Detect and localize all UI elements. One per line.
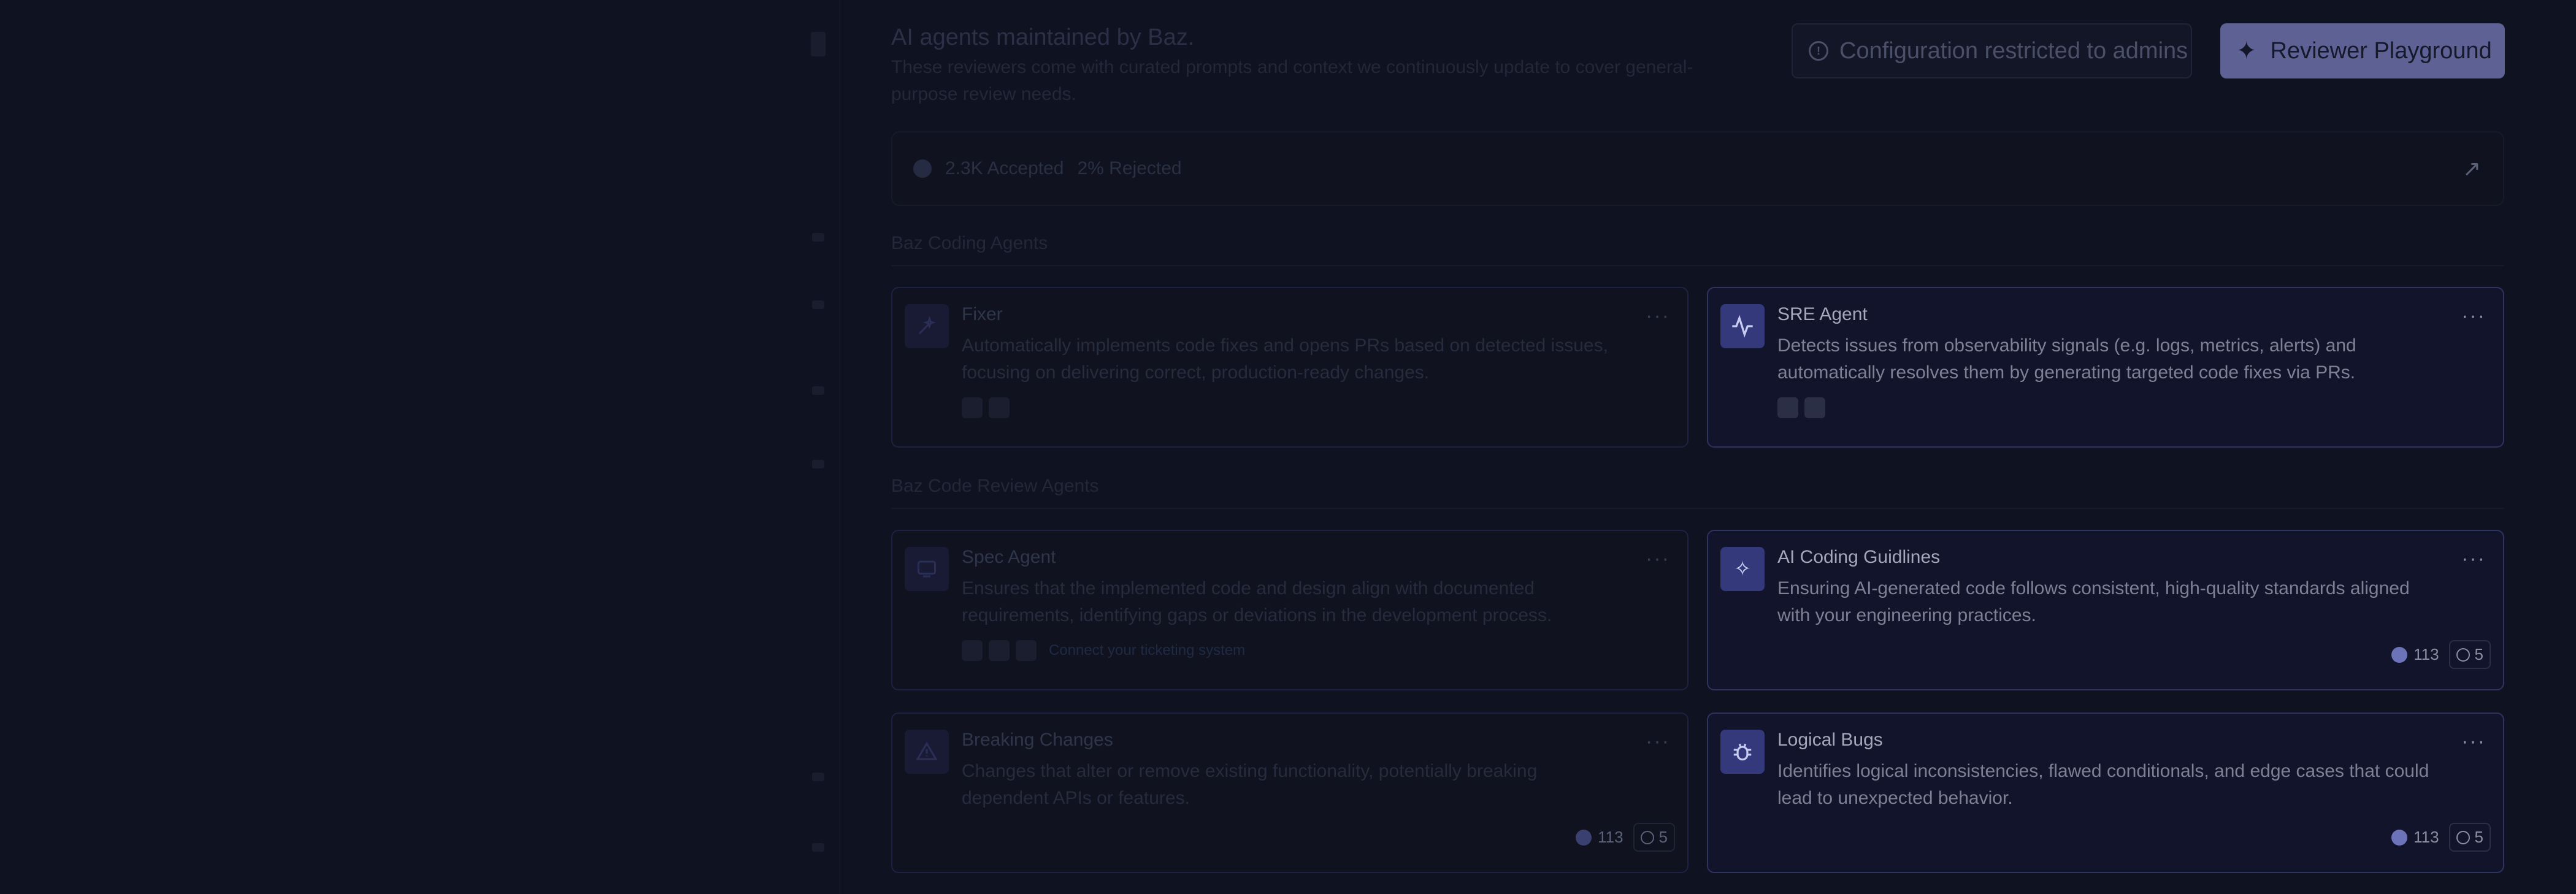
monitor-icon <box>962 640 983 661</box>
accepted-stat: 113 <box>2391 645 2439 664</box>
agent-description: Changes that alter or remove existing fu… <box>962 761 1538 808</box>
sidebar-item-icon[interactable] <box>812 460 824 468</box>
warning-icon <box>905 730 949 774</box>
agent-integrations: Connect your ticketing system <box>962 640 1245 661</box>
accepted-stat: 113 <box>1576 828 1623 847</box>
check-circle-icon <box>2391 829 2408 846</box>
check-circle-icon <box>2391 646 2408 663</box>
sidebar-item-icon[interactable] <box>812 773 824 781</box>
more-options-button[interactable]: ··· <box>2461 304 2486 328</box>
more-options-button[interactable]: ··· <box>1646 547 1670 571</box>
rejected-stat: 5 <box>2448 823 2491 852</box>
github-icon <box>989 397 1010 418</box>
configuration-restricted-button[interactable]: ! Configuration restricted to admins <box>1792 23 2192 78</box>
wand-icon <box>905 304 949 348</box>
section-divider <box>891 265 2504 266</box>
agent-title: Breaking Changes <box>962 730 1113 750</box>
agent-integrations <box>962 397 1010 418</box>
reviewer-playground-button[interactable]: ✦ Reviewer Playground <box>2220 23 2505 78</box>
rejected-stat: 5 <box>2448 640 2491 669</box>
agent-card-fixer[interactable]: Fixer Automatically implements code fixe… <box>891 287 1689 448</box>
sidebar-item-icon[interactable] <box>812 843 824 852</box>
agent-integrations <box>1777 397 1825 418</box>
agent-title: AI Coding Guidlines <box>1777 547 1941 567</box>
page-title: AI agents maintained by Baz. <box>891 25 1195 50</box>
rejected-stat: 5 <box>1633 823 1675 852</box>
agent-card-logical-bugs[interactable]: Logical Bugs Identifies logical inconsis… <box>1707 713 2504 873</box>
accepted-stat: 113 <box>2391 828 2439 847</box>
alert-circle-icon <box>2456 648 2470 662</box>
agent-description: Detects issues from observability signal… <box>1777 335 2356 383</box>
accepted-stat-value: 113 <box>1598 828 1623 846</box>
sidebar-item-icon[interactable] <box>812 300 824 309</box>
sidebar-item-icon[interactable] <box>811 32 826 56</box>
rejected-stat-value: 5 <box>2474 645 2483 663</box>
agent-card-breaking-changes[interactable]: Breaking Changes Changes that alter or r… <box>891 713 1689 873</box>
monitor-icon <box>905 547 949 591</box>
configuration-restricted-label: Configuration restricted to admins <box>1839 37 2188 64</box>
integration-icon <box>1804 397 1825 418</box>
accepted-stat-value: 113 <box>2413 828 2439 846</box>
sidebar-item-icon[interactable] <box>812 386 824 395</box>
section-title-review: Baz Code Review Agents <box>891 476 1099 496</box>
more-options-button[interactable]: ··· <box>2461 547 2486 571</box>
connect-ticketing-link[interactable]: Connect your ticketing system <box>1049 642 1245 659</box>
rejected-rate: 2% Rejected <box>1077 158 1182 178</box>
agent-card-spec[interactable]: Spec Agent Ensures that the implemented … <box>891 530 1689 690</box>
sparkle-icon: ✧ <box>1720 547 1765 591</box>
alert-circle-icon <box>2456 830 2470 844</box>
section-divider <box>891 508 2504 509</box>
agent-stats: 113 5 <box>2391 640 2491 669</box>
more-options-button[interactable]: ··· <box>2461 730 2486 754</box>
agent-stats: 113 5 <box>2391 823 2491 852</box>
alert-circle-icon <box>1640 830 1654 844</box>
bug-icon <box>1720 730 1765 774</box>
agent-description: Automatically implements code fixes and … <box>962 335 1608 383</box>
page-description: These reviewers come with curated prompt… <box>891 57 1693 104</box>
agent-description: Ensures that the implemented code and de… <box>962 578 1552 625</box>
jira-icon <box>989 640 1010 661</box>
agent-title: Logical Bugs <box>1777 730 1883 750</box>
check-circle-icon <box>913 159 932 178</box>
main-content: AI agents maintained by Baz. These revie… <box>891 0 2505 894</box>
monitor-icon <box>962 397 983 418</box>
agent-description: Identifies logical inconsistencies, flaw… <box>1777 761 2429 808</box>
agent-card-ai-coding-guidelines[interactable]: ✧ AI Coding Guidlines Ensuring AI-genera… <box>1707 530 2504 690</box>
github-icon <box>1777 397 1798 418</box>
info-circle-icon: ! <box>1809 41 1828 61</box>
agent-stats: 113 5 <box>1576 823 1675 852</box>
sidebar-rail <box>797 0 840 894</box>
rejected-stat-value: 5 <box>1658 828 1668 846</box>
rejected-stat-value: 5 <box>2474 828 2483 846</box>
pulse-icon <box>1720 304 1765 348</box>
accepted-count: 2.3K Accepted <box>945 158 1064 178</box>
linear-icon <box>1016 640 1037 661</box>
section-title-coding: Baz Coding Agents <box>891 233 1048 253</box>
agent-title: Spec Agent <box>962 547 1056 567</box>
sidebar-item-icon[interactable] <box>812 233 824 242</box>
agent-description: Ensuring AI-generated code follows consi… <box>1777 578 2410 625</box>
accepted-stat-value: 113 <box>2413 645 2439 663</box>
agent-card-sre[interactable]: SRE Agent Detects issues from observabil… <box>1707 287 2504 448</box>
reviewer-playground-label: Reviewer Playground <box>2270 37 2492 64</box>
more-options-button[interactable]: ··· <box>1646 730 1670 754</box>
agent-title: SRE Agent <box>1777 304 1868 324</box>
sparkle-icon: ✦ <box>2236 37 2257 64</box>
agent-title: Fixer <box>962 304 1003 324</box>
check-circle-icon <box>1576 829 1592 846</box>
more-options-button[interactable]: ··· <box>1646 304 1670 328</box>
external-arrow-icon[interactable]: ↗ <box>2463 156 2481 181</box>
acceptance-stats-bar[interactable]: 2.3K Accepted 2% Rejected ↗ <box>891 131 2504 206</box>
